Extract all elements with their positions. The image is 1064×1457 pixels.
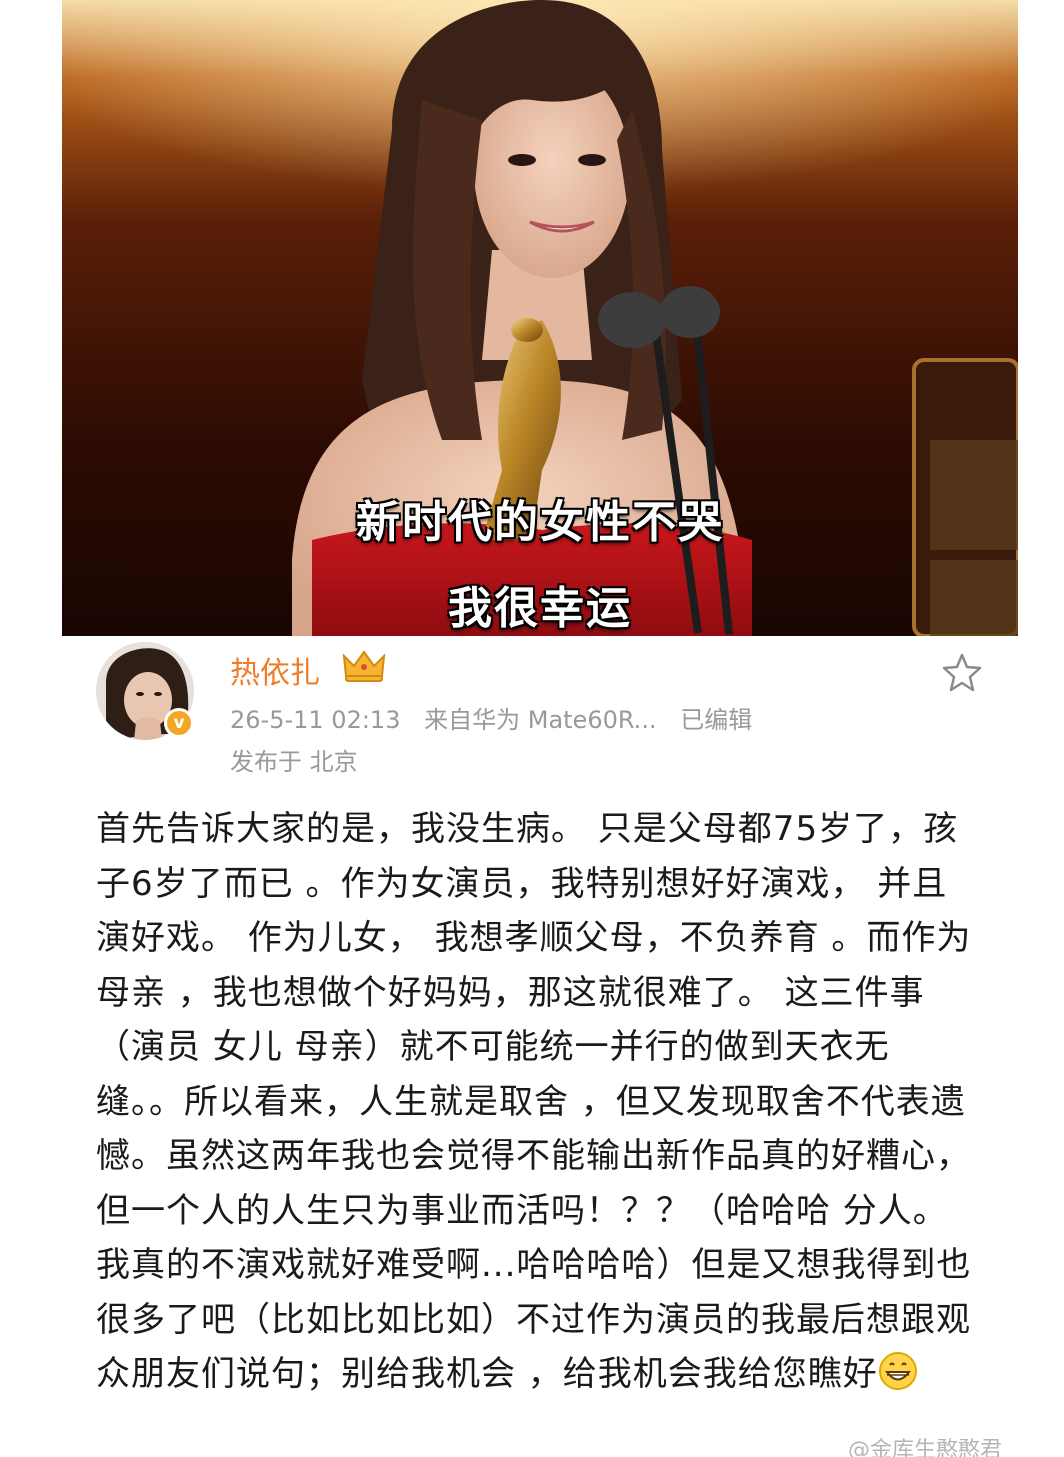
post-edited-label[interactable]: 已编辑 xyxy=(680,706,752,734)
watermark: @金库生憨憨君 xyxy=(848,1438,1003,1457)
star-icon[interactable] xyxy=(942,652,982,692)
grinning-face-icon xyxy=(878,1352,917,1390)
post-location: 发布于 北京 xyxy=(230,748,358,776)
post-meta: 26-5-11 02:13 来自华为 Mate60R... 已编辑 xyxy=(230,700,768,735)
username[interactable]: 热依扎 xyxy=(230,648,320,692)
video-frame[interactable]: 新时代的女性不哭 我很幸运 xyxy=(62,0,1018,636)
verified-badge-icon: v xyxy=(164,708,194,738)
crown-icon[interactable] xyxy=(342,648,386,684)
post-body-text: 首先告诉大家的是，我没生病。 只是父母都75岁了，孩子6岁了而已 。作为女演员，… xyxy=(96,802,976,1402)
post-body-content: 首先告诉大家的是，我没生病。 只是父母都75岁了，孩子6岁了而已 。作为女演员，… xyxy=(96,809,972,1394)
weibo-post-screenshot: 新时代的女性不哭 我很幸运 v 热依扎 26-5-11 02:13 来自华为 M… xyxy=(0,0,1064,1457)
post-source: 来自华为 Mate60R... xyxy=(424,706,657,734)
subtitle-line-1: 新时代的女性不哭 xyxy=(356,497,724,548)
subtitle-line-2: 我很幸运 xyxy=(448,583,632,634)
post-datetime: 26-5-11 02:13 xyxy=(230,706,401,734)
post-header: v 热依扎 26-5-11 02:13 来自华为 Mate60R... 已编辑 … xyxy=(0,636,1064,786)
